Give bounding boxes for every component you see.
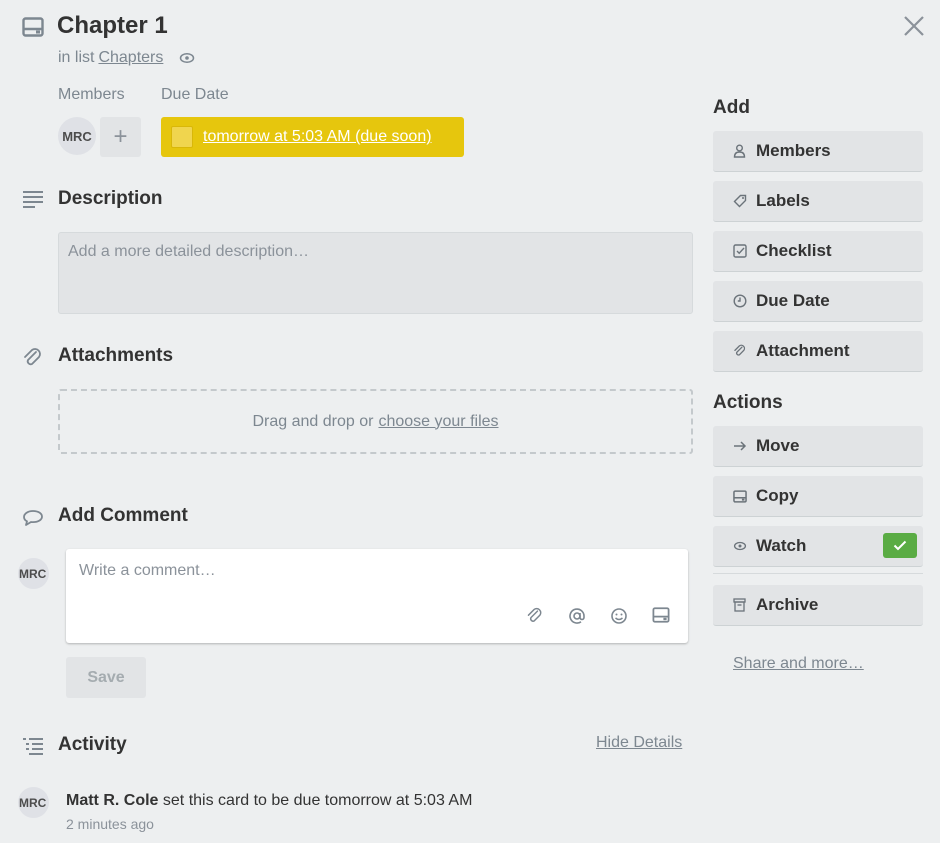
speech-bubble-icon [22,508,44,528]
paperclip-icon [732,344,747,358]
checkbox-icon [732,244,747,258]
list-prefix: in list [58,49,95,66]
attachment-dropzone[interactable]: Drag and drop or choose your files [58,389,693,454]
check-icon [883,533,917,558]
share-and-more-link[interactable]: Share and more… [733,655,864,673]
due-date-text[interactable]: tomorrow at 5:03 AM (due soon) [203,128,432,146]
card-icon[interactable] [652,607,670,625]
move-button[interactable]: Move [713,426,923,467]
list-name-link[interactable]: Chapters [98,49,163,67]
actions-heading: Actions [713,392,783,413]
list-info: in list Chapters [58,49,195,67]
comment-input[interactable]: Write a comment… [79,562,216,580]
members-button-label: Members [756,141,831,160]
activity-entry: Matt R. Cole set this card to be due tom… [66,792,472,810]
copy-button-label: Copy [756,486,799,505]
activity-heading: Activity [58,734,127,755]
avatar: MRC [18,558,49,589]
activity-timestamp[interactable]: 2 minutes ago [66,816,154,832]
description-input[interactable]: Add a more detailed description… [58,232,693,314]
archive-button[interactable]: Archive [713,585,923,626]
avatar[interactable]: MRC [18,787,49,818]
avatar[interactable]: MRC [58,117,96,155]
close-icon[interactable] [902,14,926,38]
labels-button[interactable]: Labels [713,181,923,222]
move-button-label: Move [756,436,800,455]
attachment-button[interactable]: Attachment [713,331,923,372]
copy-button[interactable]: Copy [713,476,923,517]
arrow-right-icon [732,440,747,452]
clock-icon [732,294,747,308]
comment-box[interactable]: Write a comment… [66,549,688,643]
members-button[interactable]: Members [713,131,923,172]
choose-files-link[interactable]: choose your files [378,413,498,431]
eye-icon [732,541,747,551]
at-icon[interactable] [568,607,586,625]
attachments-heading: Attachments [58,345,174,366]
description-icon [22,190,44,210]
activity-action: set this card to be due tomorrow at 5:03… [162,792,473,809]
card-icon [22,17,44,37]
add-heading: Add [713,97,750,118]
due-date-badge[interactable]: tomorrow at 5:03 AM (due soon) [161,117,464,157]
due-date-button[interactable]: Due Date [713,281,923,322]
due-date-label: Due Date [161,86,229,103]
comment-toolbar [526,607,670,625]
sidebar-divider [713,573,923,574]
checklist-button[interactable]: Checklist [713,231,923,272]
watch-button-label: Watch [756,536,807,555]
description-heading: Description [58,188,163,209]
dropzone-text: Drag and drop or [252,412,374,430]
due-date-button-label: Due Date [756,291,830,310]
eye-icon [179,52,195,64]
activity-user[interactable]: Matt R. Cole [66,792,158,809]
tag-icon [732,194,747,208]
card-icon [732,489,747,503]
save-button[interactable]: Save [66,657,146,698]
hide-details-link[interactable]: Hide Details [596,734,682,752]
watch-button[interactable]: Watch [713,526,923,567]
activity-icon [22,737,44,755]
person-icon [732,144,747,158]
paperclip-icon[interactable] [526,607,544,625]
add-member-button[interactable]: + [100,117,141,157]
labels-button-label: Labels [756,191,810,210]
members-label: Members [58,86,125,103]
checklist-button-label: Checklist [756,241,832,260]
paperclip-icon [22,347,44,369]
smiley-icon[interactable] [610,607,628,625]
due-complete-checkbox[interactable] [171,126,193,148]
card-title[interactable]: Chapter 1 [57,12,168,40]
archive-icon [732,598,747,612]
attachment-button-label: Attachment [756,341,850,360]
add-comment-heading: Add Comment [58,505,188,526]
archive-button-label: Archive [756,595,819,614]
